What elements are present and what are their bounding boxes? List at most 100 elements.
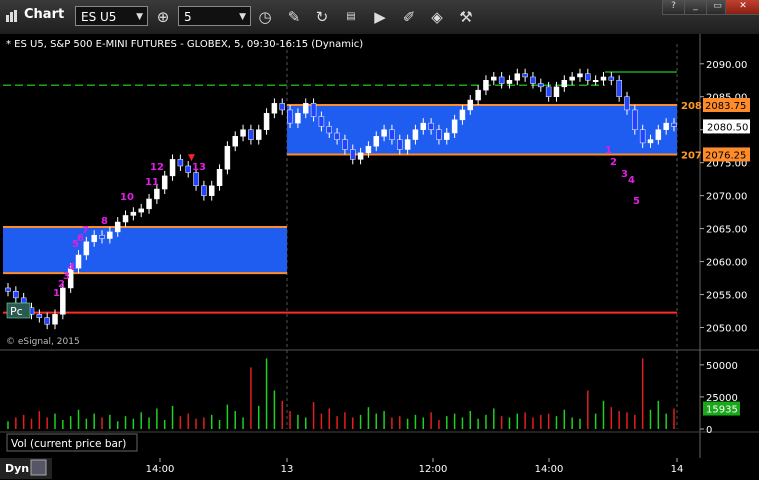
candle-down [608, 76, 615, 81]
refresh-icon[interactable]: ↻ [311, 6, 333, 28]
candle-up [553, 86, 560, 97]
candle-up [459, 109, 466, 121]
window-titlebar: Chart ES U5 ▼ ⊕ 5 ▼ ◷ ✎ ↻ ▤ ▶ ✐ ◈ ⚒ ? _ ▭ … [0, 0, 759, 35]
time-tick-label: 14:00 [535, 464, 564, 475]
time-tick-label: 14:00 [146, 464, 175, 475]
candle-up [208, 185, 215, 196]
candle-up [451, 119, 458, 134]
candle-down [13, 291, 19, 299]
candle-down [326, 126, 332, 134]
candle-down [99, 234, 105, 239]
window-title: Chart [24, 7, 65, 22]
candle-down [318, 116, 325, 127]
candle-down [279, 103, 285, 111]
candle-up [146, 198, 152, 210]
candle-up [647, 139, 654, 144]
play-icon[interactable]: ▶ [369, 6, 391, 28]
chart-area[interactable]: 1234567810111213▼12345 2090.002085.00208… [0, 34, 759, 480]
candle-down [397, 139, 403, 150]
setup-count-label: 13 [192, 162, 206, 173]
pencil-icon[interactable]: ✎ [283, 6, 305, 28]
level-price-label: 2083.75 [705, 101, 746, 112]
candle-up [475, 89, 481, 101]
minimize-button[interactable]: _ [684, 0, 707, 15]
candle-up [663, 122, 669, 130]
level-price-label: 2076.25 [705, 150, 746, 161]
hammer-icon[interactable]: ⚒ [455, 6, 477, 28]
candle-up [600, 76, 607, 81]
dynamic-scale-button[interactable] [30, 459, 47, 476]
candle-up [467, 99, 474, 111]
candle-down [545, 86, 552, 97]
setup-count-label: 1 [605, 145, 612, 156]
help-button[interactable]: ? [662, 0, 685, 15]
level-side-label: 207 [681, 150, 702, 161]
close-button[interactable]: ✕ [725, 0, 759, 15]
price-tick-label: 2060.00 [706, 258, 747, 269]
candle-up [91, 234, 97, 243]
candle-up [83, 241, 90, 256]
news-icon[interactable]: ▤ [340, 6, 362, 28]
crosshair-target-icon[interactable]: ⊕ [152, 6, 174, 28]
candle-up [240, 129, 246, 137]
candle-down [342, 139, 348, 150]
level-side-label: 208 [681, 101, 702, 112]
setup-count-label: 5 [633, 196, 640, 207]
candle-up [412, 129, 419, 140]
setup-count-label: 2 [610, 157, 617, 168]
candle-down [436, 129, 442, 140]
candle-up [569, 76, 575, 81]
candle-down [616, 80, 622, 97]
candle-down [193, 172, 199, 187]
time-tick-label: 13 [281, 464, 294, 475]
last-price-label: 2080.50 [707, 122, 748, 133]
candle-down [310, 103, 317, 117]
symbol-dropdown[interactable]: ES U5 ▼ [75, 6, 148, 26]
setup-count-label: 11 [145, 177, 159, 188]
candle-up [216, 169, 223, 187]
eraser-icon[interactable]: ✐ [398, 6, 420, 28]
dyn-label: Dyn [5, 462, 29, 475]
candle-down [185, 165, 191, 173]
candle-up [60, 287, 66, 315]
price-tick-label: 2090.00 [706, 60, 747, 71]
price-tick-label: 2065.00 [706, 225, 747, 236]
candle-down [530, 76, 536, 84]
candle-up [381, 129, 387, 137]
pc-label: Pc [10, 305, 23, 318]
interval-dropdown[interactable]: 5 ▼ [178, 6, 251, 26]
candle-up [130, 211, 137, 216]
tag-icon[interactable]: ◈ [426, 6, 448, 28]
candle-up [138, 208, 144, 213]
symbol-value: ES U5 [81, 10, 117, 24]
candle-down [201, 185, 207, 196]
candle-up [114, 221, 121, 233]
candle-up [404, 139, 411, 150]
candle-up [75, 254, 82, 269]
candle-up [271, 103, 278, 114]
candle-down [389, 129, 395, 140]
chevron-down-icon[interactable]: ▼ [136, 7, 143, 27]
candle-up [232, 136, 238, 147]
volume-tick-label: 0 [706, 425, 712, 436]
candle-down [585, 73, 591, 81]
price-tick-label: 2050.00 [706, 324, 747, 335]
candle-up [161, 175, 168, 190]
candle-up [561, 80, 568, 88]
candle-down [538, 83, 544, 88]
setup-count-label: 4 [628, 175, 635, 186]
candle-up [295, 112, 301, 124]
chevron-down-icon[interactable]: ▼ [239, 7, 246, 27]
candle-up [154, 188, 160, 200]
setup-count-label: 10 [120, 192, 134, 203]
candle-up [506, 80, 513, 84]
candle-down [287, 109, 293, 124]
setup-count-label: 4 [68, 262, 75, 273]
volume-tick-label: 50000 [706, 361, 738, 372]
setup-count-label: 7 [82, 225, 89, 236]
clock-icon[interactable]: ◷ [254, 6, 276, 28]
candle-up [107, 231, 113, 239]
interval-value: 5 [184, 10, 192, 24]
candle-down [36, 314, 43, 318]
volume-value-label: 15935 [706, 405, 738, 416]
